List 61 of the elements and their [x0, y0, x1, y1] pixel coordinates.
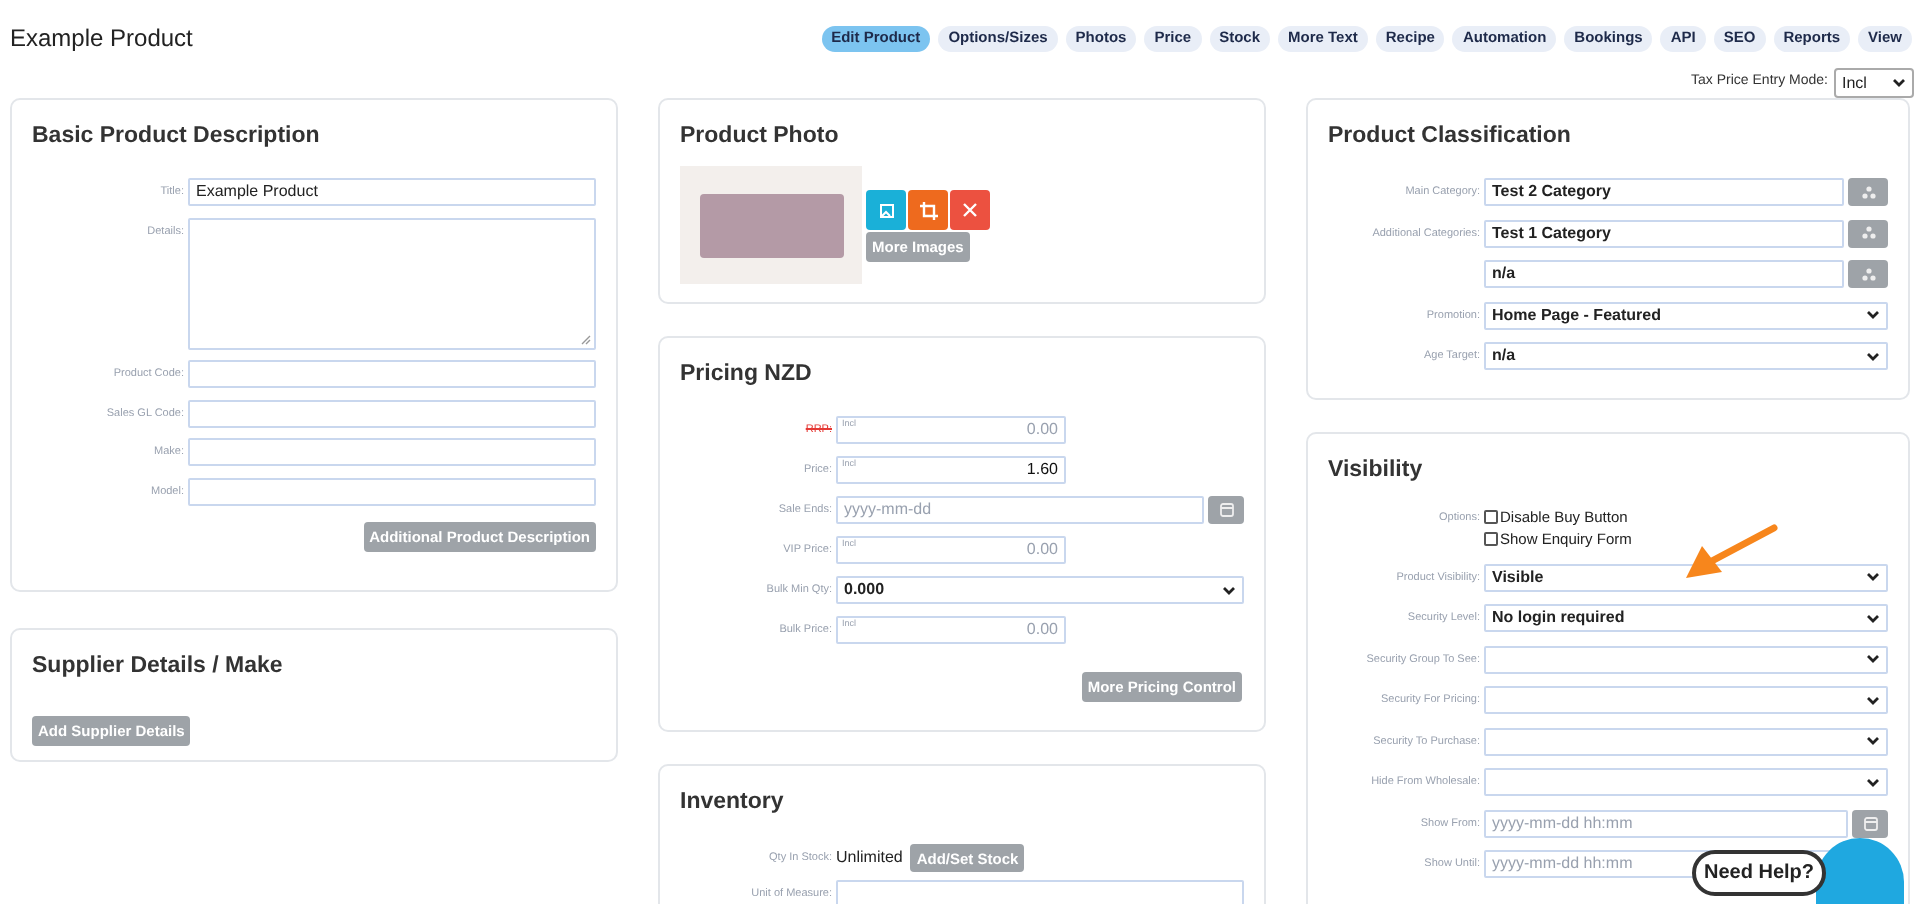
calendar-icon	[1219, 502, 1233, 519]
category-input[interactable]: Test 1 Category	[1484, 219, 1844, 248]
select-dropdown[interactable]	[1484, 727, 1888, 756]
select-dropdown[interactable]: 0.000	[836, 576, 1244, 605]
category-input[interactable]: n/a	[1484, 260, 1844, 289]
chevron-down-icon	[1866, 695, 1880, 706]
arrow-icon	[1682, 524, 1778, 584]
image-icon	[879, 203, 893, 218]
select-dropdown[interactable]	[1484, 645, 1888, 674]
category-tree-button[interactable]	[1848, 178, 1888, 207]
wallet-drawing	[699, 193, 843, 258]
card-title: Product Classification	[1328, 122, 1573, 152]
tree-icon	[1861, 185, 1875, 200]
tree-icon	[1861, 226, 1875, 241]
calendar-icon	[1863, 815, 1877, 832]
calendar-button[interactable]	[1852, 809, 1888, 838]
chevron-down-icon	[1866, 310, 1880, 321]
text-input[interactable]	[836, 880, 1244, 904]
text-input[interactable]	[188, 477, 596, 506]
chevron-down-icon	[1222, 585, 1236, 596]
image-button[interactable]	[866, 190, 906, 231]
category-input[interactable]: Test 2 Category	[1484, 178, 1844, 207]
stock-value: Unlimited	[836, 846, 903, 871]
close-icon	[962, 202, 978, 219]
text-input[interactable]	[188, 360, 596, 389]
category-tree-button[interactable]	[1848, 260, 1888, 289]
chevron-down-icon	[1866, 613, 1880, 624]
chevron-down-icon	[1866, 572, 1880, 583]
checkbox[interactable]	[1484, 510, 1498, 525]
select-dropdown[interactable]	[1484, 686, 1888, 715]
text-input[interactable]	[188, 399, 596, 428]
help-tooltip[interactable]: Need Help?	[1692, 850, 1827, 896]
chevron-down-icon	[1866, 736, 1880, 747]
select-dropdown[interactable]: n/a	[1484, 342, 1888, 371]
chevron-down-icon	[1866, 777, 1880, 788]
text-input[interactable]	[188, 438, 596, 467]
card-title: Supplier Details / Make	[32, 652, 285, 682]
select-dropdown[interactable]: Home Page - Featured	[1484, 301, 1888, 330]
select-dropdown[interactable]: No login required	[1484, 604, 1888, 633]
tree-icon	[1861, 267, 1875, 282]
textarea-input[interactable]	[188, 217, 596, 350]
text-input[interactable]: Example Product	[188, 178, 596, 207]
card-title: Basic Product Description	[32, 122, 322, 152]
tax-mode-select[interactable]: Incl	[1834, 68, 1914, 98]
select-dropdown[interactable]: Visible	[1484, 563, 1888, 592]
card-title: Inventory	[680, 788, 786, 818]
checkbox[interactable]	[1484, 532, 1498, 547]
card-title: Product Photo	[680, 122, 841, 152]
crop-button[interactable]	[908, 190, 948, 231]
chevron-down-icon	[1866, 351, 1880, 362]
page-title: Example Product	[10, 22, 193, 56]
chevron-down-icon	[1866, 654, 1880, 665]
crop-icon	[919, 201, 937, 220]
chevron-down-icon	[1892, 78, 1906, 88]
delete-button[interactable]	[950, 190, 990, 231]
category-tree-button[interactable]	[1848, 219, 1888, 248]
card-title: Pricing NZD	[680, 360, 814, 390]
calendar-button[interactable]	[1208, 496, 1244, 525]
resize-handle-icon	[580, 333, 592, 346]
select-dropdown[interactable]	[1484, 768, 1888, 797]
card-title: Visibility	[1328, 456, 1425, 486]
